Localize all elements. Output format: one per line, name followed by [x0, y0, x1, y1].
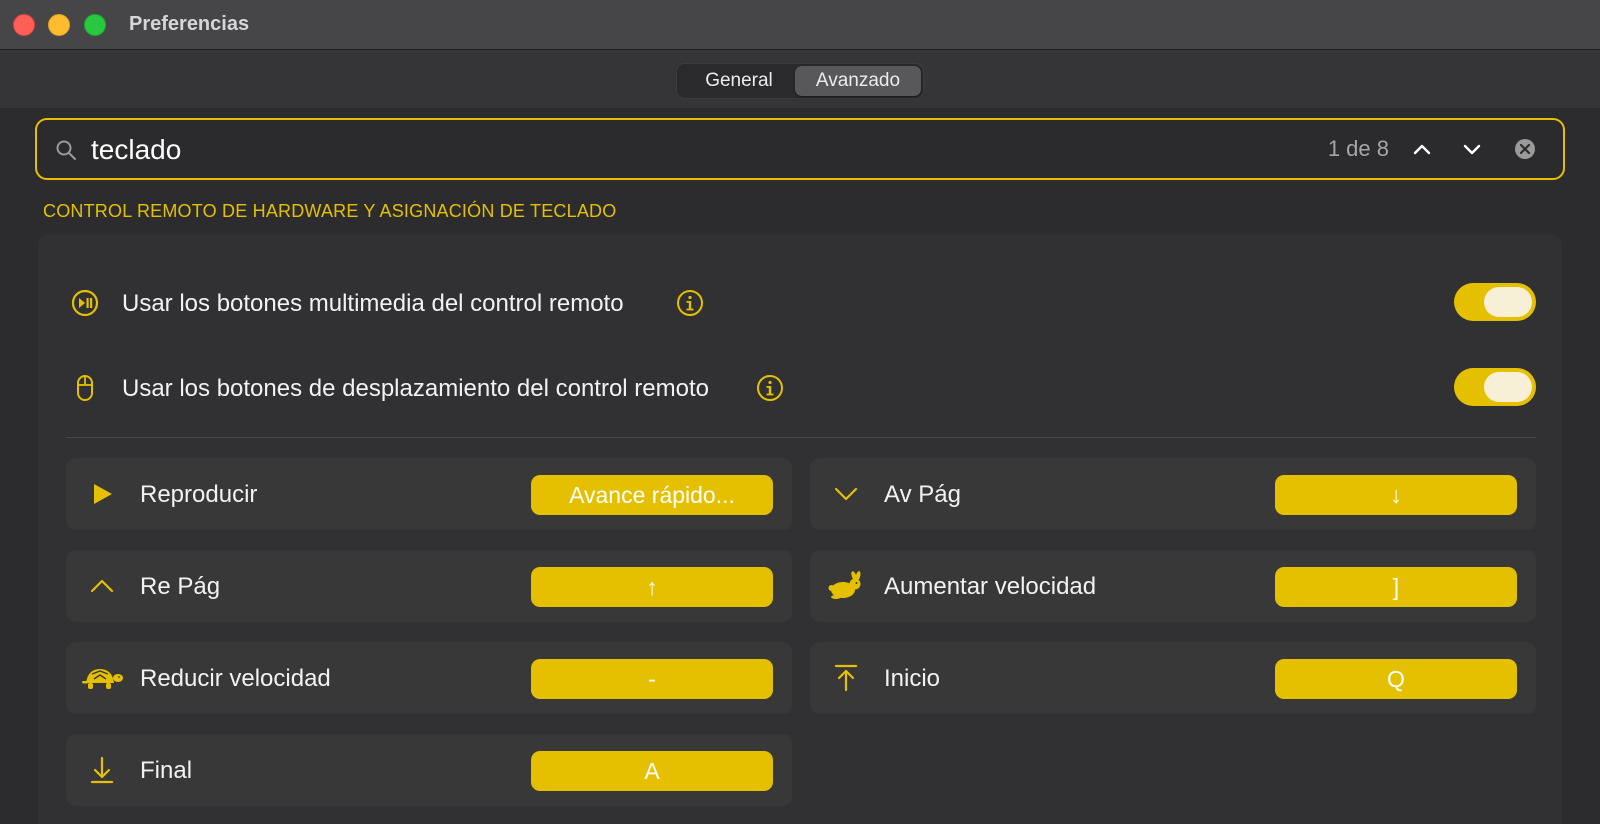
shortcut-label: Av Pág [884, 481, 961, 508]
shortcut-key-button[interactable]: ] [1275, 567, 1517, 607]
search-input[interactable] [91, 130, 1251, 170]
scroll-buttons-toggle[interactable] [1454, 368, 1536, 406]
info-icon[interactable] [676, 289, 704, 317]
shortcut-key-button[interactable]: - [531, 659, 773, 699]
shortcut-label: Re Pág [140, 573, 221, 600]
minimize-window-button[interactable] [48, 14, 70, 36]
preferences-tab-bar: General Avanzado [676, 63, 924, 99]
shortcut-row-aumentar-velocidad: Aumentar velocidad ] [810, 550, 1536, 622]
chevron-up-icon [1413, 144, 1431, 155]
multimedia-buttons-toggle[interactable] [1454, 283, 1536, 321]
turtle-icon [82, 669, 123, 689]
shortcut-key-button[interactable]: ↑ [531, 567, 773, 607]
shortcut-key-button[interactable]: Q [1275, 659, 1517, 699]
clear-search-icon[interactable] [1513, 137, 1537, 161]
window-title: Preferencias [129, 13, 250, 35]
shortcut-label: Final [140, 757, 193, 784]
chevron-down-icon [834, 487, 858, 501]
search-match-count: 1 de 8 [1327, 136, 1389, 161]
search-field: 1 de 8 [35, 118, 1565, 180]
shortcut-row-re-pag: Re Pág ↑ [66, 550, 792, 622]
toggle-row-scroll: Usar los botones de desplazamiento del c… [66, 365, 1536, 411]
arrow-down-to-line-icon [90, 756, 114, 784]
arrow-up-to-line-icon [834, 664, 858, 692]
chevron-down-icon [1463, 144, 1481, 155]
toggle-label: Usar los botones de desplazamiento del c… [122, 375, 709, 402]
play-icon [94, 484, 112, 504]
mouse-icon [77, 375, 93, 401]
shortcut-row-inicio: Inicio Q [810, 642, 1536, 714]
play-pause-circle-icon [71, 289, 99, 317]
shortcut-row-final: Final A [66, 734, 792, 806]
tab-advanced[interactable]: Avanzado [795, 66, 921, 96]
shortcut-label: Reproducir [140, 481, 258, 508]
toggle-row-multimedia: Usar los botones multimedia del control … [66, 280, 1536, 326]
toggle-knob [1484, 372, 1532, 402]
zoom-window-button[interactable] [84, 14, 106, 36]
chevron-up-icon [90, 579, 114, 593]
previous-match-button[interactable] [1407, 134, 1437, 164]
shortcut-label: Inicio [884, 665, 941, 692]
shortcut-key-button[interactable]: Avance rápido... [531, 475, 773, 515]
shortcut-key-button[interactable]: A [531, 751, 773, 791]
shortcut-label: Aumentar velocidad [884, 573, 1097, 600]
shortcut-row-reducir-velocidad: Reducir velocidad - [66, 642, 792, 714]
next-match-button[interactable] [1457, 134, 1487, 164]
tab-general[interactable]: General [685, 66, 793, 96]
shortcut-key-button[interactable]: ↓ [1275, 475, 1517, 515]
section-title: CONTROL REMOTO DE HARDWARE Y ASIGNACIÓN … [43, 201, 617, 221]
info-icon[interactable] [756, 374, 784, 402]
magnifier-icon [56, 140, 76, 160]
shortcut-label: Reducir velocidad [140, 665, 331, 692]
section-divider [66, 437, 1536, 438]
rabbit-icon [828, 571, 861, 599]
toggle-label: Usar los botones multimedia del control … [122, 290, 624, 317]
toggle-knob [1484, 287, 1532, 317]
close-window-button[interactable] [13, 14, 35, 36]
title-bar: Preferencias [0, 0, 1600, 50]
shortcut-row-av-pag: Av Pág ↓ [810, 458, 1536, 530]
shortcut-row-reproducir: Reproducir Avance rápido... [66, 458, 792, 530]
